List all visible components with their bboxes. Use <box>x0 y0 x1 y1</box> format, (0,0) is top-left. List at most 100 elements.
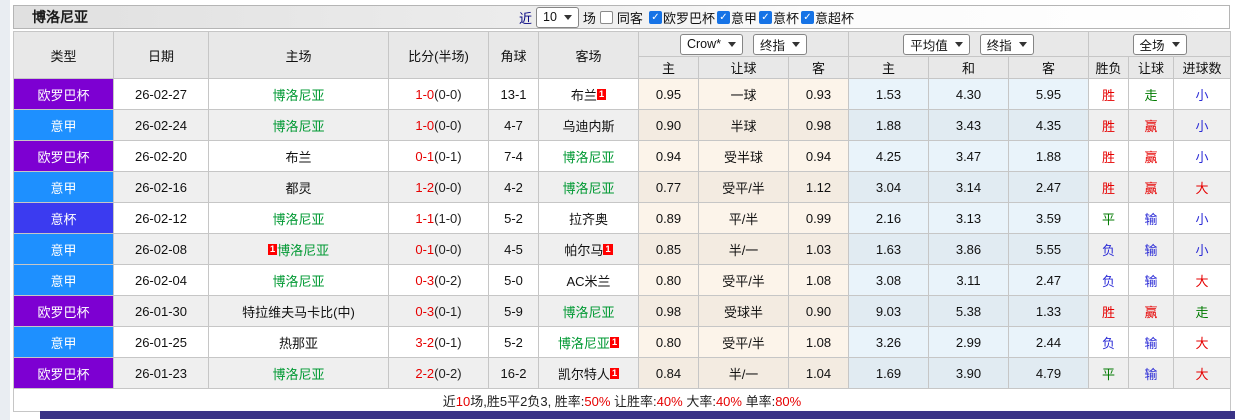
handicap-away-odds: 1.08 <box>788 326 849 358</box>
league-cell: 欧罗巴杯 <box>13 357 114 389</box>
average-group-header: 平均值 终指 <box>848 31 1089 57</box>
league-checkbox[interactable]: ✓ <box>648 10 662 24</box>
bookmaker-select[interactable]: Crow* <box>679 33 744 55</box>
date-cell: 26-02-16 <box>113 171 209 203</box>
avg-away-odds: 2.44 <box>1008 326 1089 358</box>
league-checkbox[interactable]: ✓ <box>800 10 814 24</box>
away-team-cell: 乌迪内斯 <box>538 109 639 141</box>
league-filters: ✓ 欧罗巴杯 ✓ 意甲 ✓ 意杯 ✓ 意超杯 <box>647 8 854 27</box>
handicap-home-odds: 0.95 <box>638 78 699 110</box>
team-name: 博洛尼亚 <box>562 304 615 320</box>
league-cell: 意杯 <box>13 202 114 234</box>
away-team-cell: 布兰 1 <box>538 78 639 110</box>
result-cell: 负 <box>1088 326 1129 358</box>
chevron-down-icon <box>563 14 572 20</box>
result-cell: 平 <box>1088 357 1129 389</box>
date-cell: 26-02-12 <box>113 202 209 234</box>
avg-draw-odds: 3.90 <box>928 357 1009 389</box>
sub-header-handicap-away: 客 <box>788 56 849 79</box>
score-cell: 0-3(0-1) <box>388 295 489 327</box>
team-name: 博洛尼亚 <box>562 180 615 196</box>
recent-count-select[interactable]: 10 <box>536 6 579 28</box>
average-final-select-value: 终指 <box>986 38 1012 53</box>
team-name: 热那亚 <box>278 335 318 351</box>
sub-header-handicap-home: 主 <box>638 56 699 79</box>
match-count-badge: 1 <box>603 243 613 255</box>
home-team-cell: 特拉维夫马卡比(中) <box>208 295 389 327</box>
handicap-line: 半/一 <box>698 233 789 265</box>
avg-home-odds: 1.63 <box>848 233 929 265</box>
avg-draw-odds: 3.14 <box>928 171 1009 203</box>
match-row: 意甲 26-02-24 博洛尼亚 1-0(0-0) 4-7 乌迪内斯 0.90 半球 0.98 1… <box>13 109 1232 141</box>
col-header-type: 类型 <box>13 31 114 79</box>
avg-draw-odds: 3.47 <box>928 140 1009 172</box>
home-team-cell: 热那亚 <box>208 326 389 358</box>
team-name: 拉齐奥 <box>568 211 608 227</box>
league-checkbox[interactable]: ✓ <box>716 10 730 24</box>
handicap-result-cell: 赢 <box>1128 171 1174 203</box>
corner-cell: 5-2 <box>488 326 539 358</box>
avg-away-odds: 4.79 <box>1008 357 1089 389</box>
chevron-down-icon <box>954 41 963 47</box>
match-rows: 欧罗巴杯 26-02-27 博洛尼亚 1-0(0-0) 13-1 布兰 1 0.95 一球 0.9… <box>13 78 1232 389</box>
team-name: 博洛尼亚 <box>562 149 615 165</box>
away-team-cell: 帕尔马 1 <box>538 233 639 265</box>
league-checkbox-label: 意杯 <box>772 10 799 26</box>
handicap-away-odds: 1.08 <box>788 264 849 296</box>
date-cell: 26-02-24 <box>113 109 209 141</box>
date-cell: 26-02-20 <box>113 140 209 172</box>
avg-draw-odds: 3.43 <box>928 109 1009 141</box>
result-cell: 胜 <box>1088 140 1129 172</box>
average-select[interactable]: 平均值 <box>903 33 970 55</box>
league-cell: 欧罗巴杯 <box>13 295 114 327</box>
handicap-final-select[interactable]: 终指 <box>753 33 808 55</box>
corner-cell: 7-4 <box>488 140 539 172</box>
same-away-checkbox[interactable] <box>599 10 613 24</box>
handicap-result-cell: 输 <box>1128 233 1174 265</box>
handicap-home-odds: 0.98 <box>638 295 699 327</box>
corner-cell: 4-2 <box>488 171 539 203</box>
avg-away-odds: 2.47 <box>1008 171 1089 203</box>
scope-select[interactable]: 全场 <box>1132 33 1187 55</box>
date-cell: 26-02-27 <box>113 78 209 110</box>
score-cell: 3-2(0-1) <box>388 326 489 358</box>
date-cell: 26-01-30 <box>113 295 209 327</box>
handicap-home-odds: 0.77 <box>638 171 699 203</box>
corner-cell: 13-1 <box>488 78 539 110</box>
handicap-away-odds: 0.90 <box>788 295 849 327</box>
handicap-home-odds: 0.80 <box>638 326 699 358</box>
away-team-cell: 博洛尼亚 <box>538 171 639 203</box>
handicap-home-odds: 0.84 <box>638 357 699 389</box>
handicap-line: 受球半 <box>698 295 789 327</box>
handicap-home-odds: 0.94 <box>638 140 699 172</box>
stats-panel: 博洛尼亚 近 10 场 同客 ✓ 欧罗巴杯 ✓ 意甲 ✓ 意杯 ✓ 意超杯 类型 日期 主场 <box>12 5 1232 412</box>
away-team-cell: 博洛尼亚 <box>538 140 639 172</box>
handicap-final-select-value: 终指 <box>760 38 786 53</box>
score-cell: 0-1(0-0) <box>388 233 489 265</box>
match-row: 意甲 26-02-16 都灵 1-2(0-0) 4-2 博洛尼亚 0.77 受平/半 1.12 3… <box>13 171 1232 203</box>
result-cell: 胜 <box>1088 171 1129 203</box>
sub-header-handicap-line: 让球 <box>698 56 789 79</box>
away-team-cell: 博洛尼亚 1 <box>538 326 639 358</box>
date-cell: 26-02-04 <box>113 264 209 296</box>
league-cell: 欧罗巴杯 <box>13 140 114 172</box>
team-name: 乌迪内斯 <box>562 118 615 134</box>
result-cell: 胜 <box>1088 295 1129 327</box>
avg-home-odds: 9.03 <box>848 295 929 327</box>
same-away-label: 同客 <box>616 10 643 26</box>
handicap-result-cell: 赢 <box>1128 295 1174 327</box>
handicap-result-cell: 赢 <box>1128 109 1174 141</box>
match-count-badge: 1 <box>267 243 278 255</box>
sub-header-result: 胜负 <box>1088 56 1129 79</box>
goals-result-cell: 小 <box>1172 109 1232 141</box>
title-bar: 博洛尼亚 近 10 场 同客 ✓ 欧罗巴杯 ✓ 意甲 ✓ 意杯 ✓ 意超杯 <box>13 5 1230 29</box>
goals-result-cell: 小 <box>1172 202 1232 234</box>
match-count-badge: 1 <box>609 336 620 348</box>
score-cell: 1-0(0-0) <box>388 78 489 110</box>
handicap-result-cell: 走 <box>1128 78 1174 110</box>
match-history-table: 类型 日期 主场 比分(半场) 角球 客场 Crow* 终指 平均值 终指 全场… <box>12 31 1232 412</box>
average-final-select[interactable]: 终指 <box>979 33 1034 55</box>
handicap-away-odds: 0.94 <box>788 140 849 172</box>
league-checkbox[interactable]: ✓ <box>758 10 772 24</box>
avg-home-odds: 3.04 <box>848 171 929 203</box>
